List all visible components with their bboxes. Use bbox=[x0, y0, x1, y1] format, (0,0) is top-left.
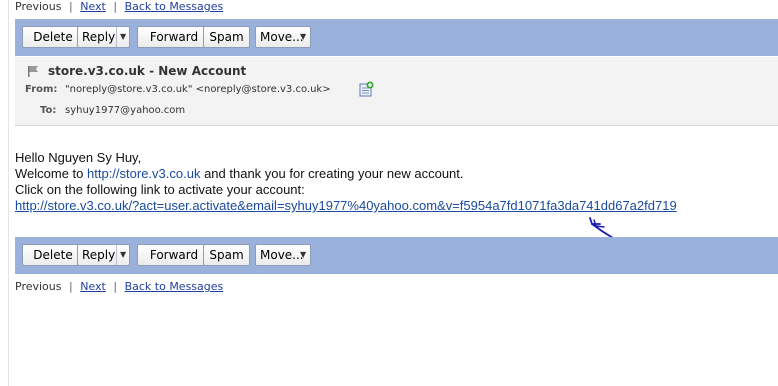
message-toolbar-top: Delete Reply ▼ Forward Spam Move... ▼ bbox=[15, 19, 778, 56]
move-button-label: Move... bbox=[260, 30, 304, 44]
split-divider bbox=[116, 245, 117, 265]
next-link[interactable]: Next bbox=[80, 280, 106, 293]
back-to-messages-link[interactable]: Back to Messages bbox=[125, 0, 224, 13]
from-label: From: bbox=[25, 84, 58, 95]
flag-icon[interactable] bbox=[27, 65, 39, 77]
message-pager-bottom: Previous | Next | Back to Messages bbox=[15, 280, 223, 293]
spam-button[interactable]: Spam bbox=[203, 244, 250, 266]
pager-separator: | bbox=[113, 0, 118, 13]
move-button-label: Move... bbox=[260, 248, 304, 262]
chevron-down-icon[interactable]: ▼ bbox=[120, 27, 126, 47]
delete-button[interactable]: Delete bbox=[22, 244, 84, 266]
message-subject: store.v3.co.uk - New Account bbox=[48, 64, 247, 78]
back-to-messages-link[interactable]: Back to Messages bbox=[125, 280, 224, 293]
reply-button[interactable]: Reply ▼ bbox=[77, 26, 130, 48]
reply-button-label: Reply bbox=[82, 248, 116, 262]
pager-separator: | bbox=[69, 0, 73, 13]
forward-button[interactable]: Forward bbox=[137, 26, 211, 48]
add-contact-icon[interactable] bbox=[358, 81, 374, 97]
move-button[interactable]: Move... ▼ bbox=[255, 244, 311, 266]
greeting-line: Hello Nguyen Sy Huy, bbox=[15, 150, 142, 165]
from-value: "noreply@store.v3.co.uk" <noreply@store.… bbox=[65, 84, 331, 95]
to-value: syhuy1977@yahoo.com bbox=[65, 105, 186, 116]
instruction-line: Click on the following link to activate … bbox=[15, 182, 305, 197]
previous-label: Previous bbox=[15, 0, 62, 13]
previous-label: Previous bbox=[15, 280, 62, 293]
chevron-down-icon: ▼ bbox=[300, 32, 307, 41]
message-body: Hello Nguyen Sy Huy, Welcome to http://s… bbox=[15, 150, 677, 214]
welcome-line: Welcome to http://store.v3.co.uk and tha… bbox=[15, 166, 677, 182]
to-label: To: bbox=[40, 105, 57, 116]
reply-button-label: Reply bbox=[82, 30, 116, 44]
chevron-down-icon: ▼ bbox=[300, 250, 307, 259]
message-header: store.v3.co.uk - New Account From: "nore… bbox=[15, 57, 778, 126]
delete-button[interactable]: Delete bbox=[22, 26, 84, 48]
welcome-suffix: and thank you for creating your new acco… bbox=[200, 166, 464, 181]
split-divider bbox=[116, 27, 117, 47]
welcome-prefix: Welcome to bbox=[15, 166, 88, 181]
left-border bbox=[8, 0, 9, 386]
message-toolbar-bottom: Delete Reply ▼ Forward Spam Move... ▼ bbox=[15, 237, 778, 274]
move-button[interactable]: Move... ▼ bbox=[255, 26, 311, 48]
activation-link[interactable]: http://store.v3.co.uk/?act=user.activate… bbox=[15, 198, 677, 213]
spam-button[interactable]: Spam bbox=[203, 26, 250, 48]
store-link[interactable]: http://store.v3.co.uk bbox=[87, 166, 200, 181]
message-pager-top: Previous | Next | Back to Messages bbox=[15, 0, 223, 13]
next-link[interactable]: Next bbox=[80, 0, 106, 13]
pager-separator: | bbox=[113, 280, 118, 293]
pager-separator: | bbox=[69, 280, 73, 293]
chevron-down-icon[interactable]: ▼ bbox=[120, 245, 126, 265]
forward-button[interactable]: Forward bbox=[137, 244, 211, 266]
reply-button[interactable]: Reply ▼ bbox=[77, 244, 130, 266]
